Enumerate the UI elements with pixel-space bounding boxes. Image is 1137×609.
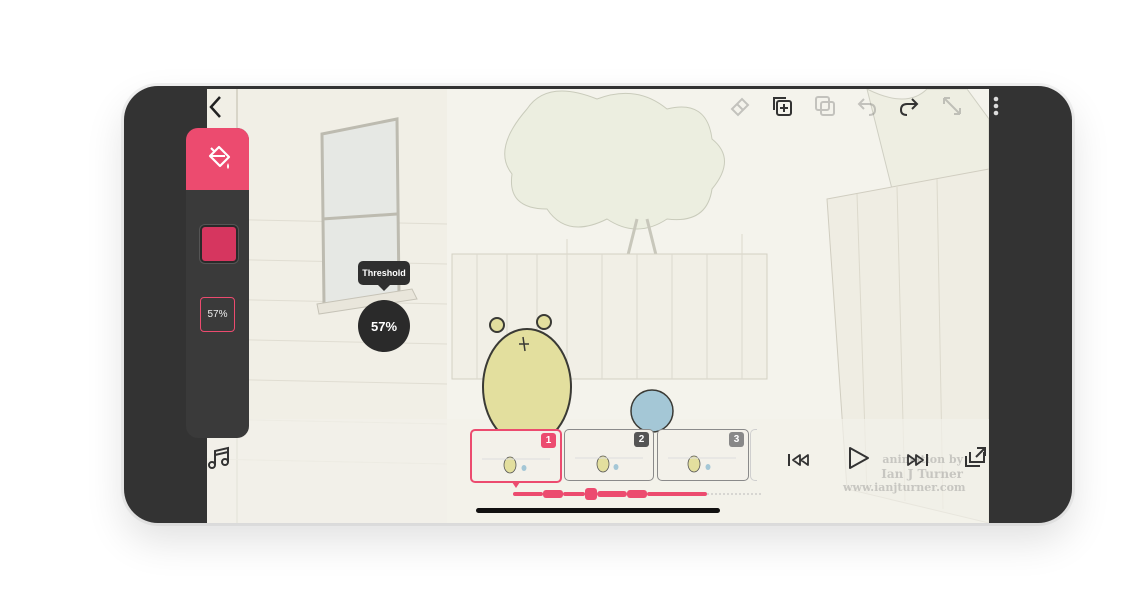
frame-number-badge: 3 <box>729 432 744 447</box>
threshold-value-box[interactable]: 57% <box>200 297 235 332</box>
watermark-line-3: www.ianjturner.com <box>843 481 966 494</box>
threshold-slider-knob[interactable]: 57% <box>358 300 410 352</box>
frame-thumbnail-2[interactable]: 2 <box>564 429 654 481</box>
device-frame: Threshold 57% 1 2 3 animation by Ian J T… <box>124 86 1072 523</box>
paint-bucket-tool[interactable] <box>186 128 249 190</box>
duplicate-layers-icon[interactable] <box>768 92 796 120</box>
threshold-tooltip: Threshold <box>358 261 410 291</box>
undo-icon[interactable] <box>853 92 881 120</box>
back-chevron-left-icon[interactable] <box>204 93 228 121</box>
play-icon[interactable] <box>843 443 873 473</box>
skip-forward-icon[interactable] <box>903 446 931 474</box>
frame-number-badge: 1 <box>541 433 556 448</box>
music-icon[interactable] <box>204 444 234 474</box>
more-vertical-icon[interactable] <box>986 92 1006 120</box>
frame-thumbnail-partial[interactable] <box>750 429 757 481</box>
redo-icon[interactable] <box>895 92 923 120</box>
fill-color-swatch[interactable] <box>200 225 238 263</box>
frame-thumbnail-3[interactable]: 3 <box>657 429 749 481</box>
frame-thumbnail-1[interactable]: 1 <box>470 429 562 483</box>
tool-panel: 57% <box>186 128 249 438</box>
paint-bucket-icon <box>208 145 230 169</box>
copy-icon[interactable] <box>811 92 839 120</box>
frame-number-badge: 2 <box>634 432 649 447</box>
eraser-icon[interactable] <box>726 92 754 120</box>
home-indicator <box>476 508 720 513</box>
fullscreen-icon[interactable] <box>938 92 966 120</box>
drawing-canvas[interactable]: Threshold 57% 1 2 3 animation by Ian J T… <box>207 89 989 523</box>
export-icon[interactable] <box>961 442 989 472</box>
audio-waveform[interactable] <box>511 486 761 502</box>
skip-back-icon[interactable] <box>785 446 813 474</box>
